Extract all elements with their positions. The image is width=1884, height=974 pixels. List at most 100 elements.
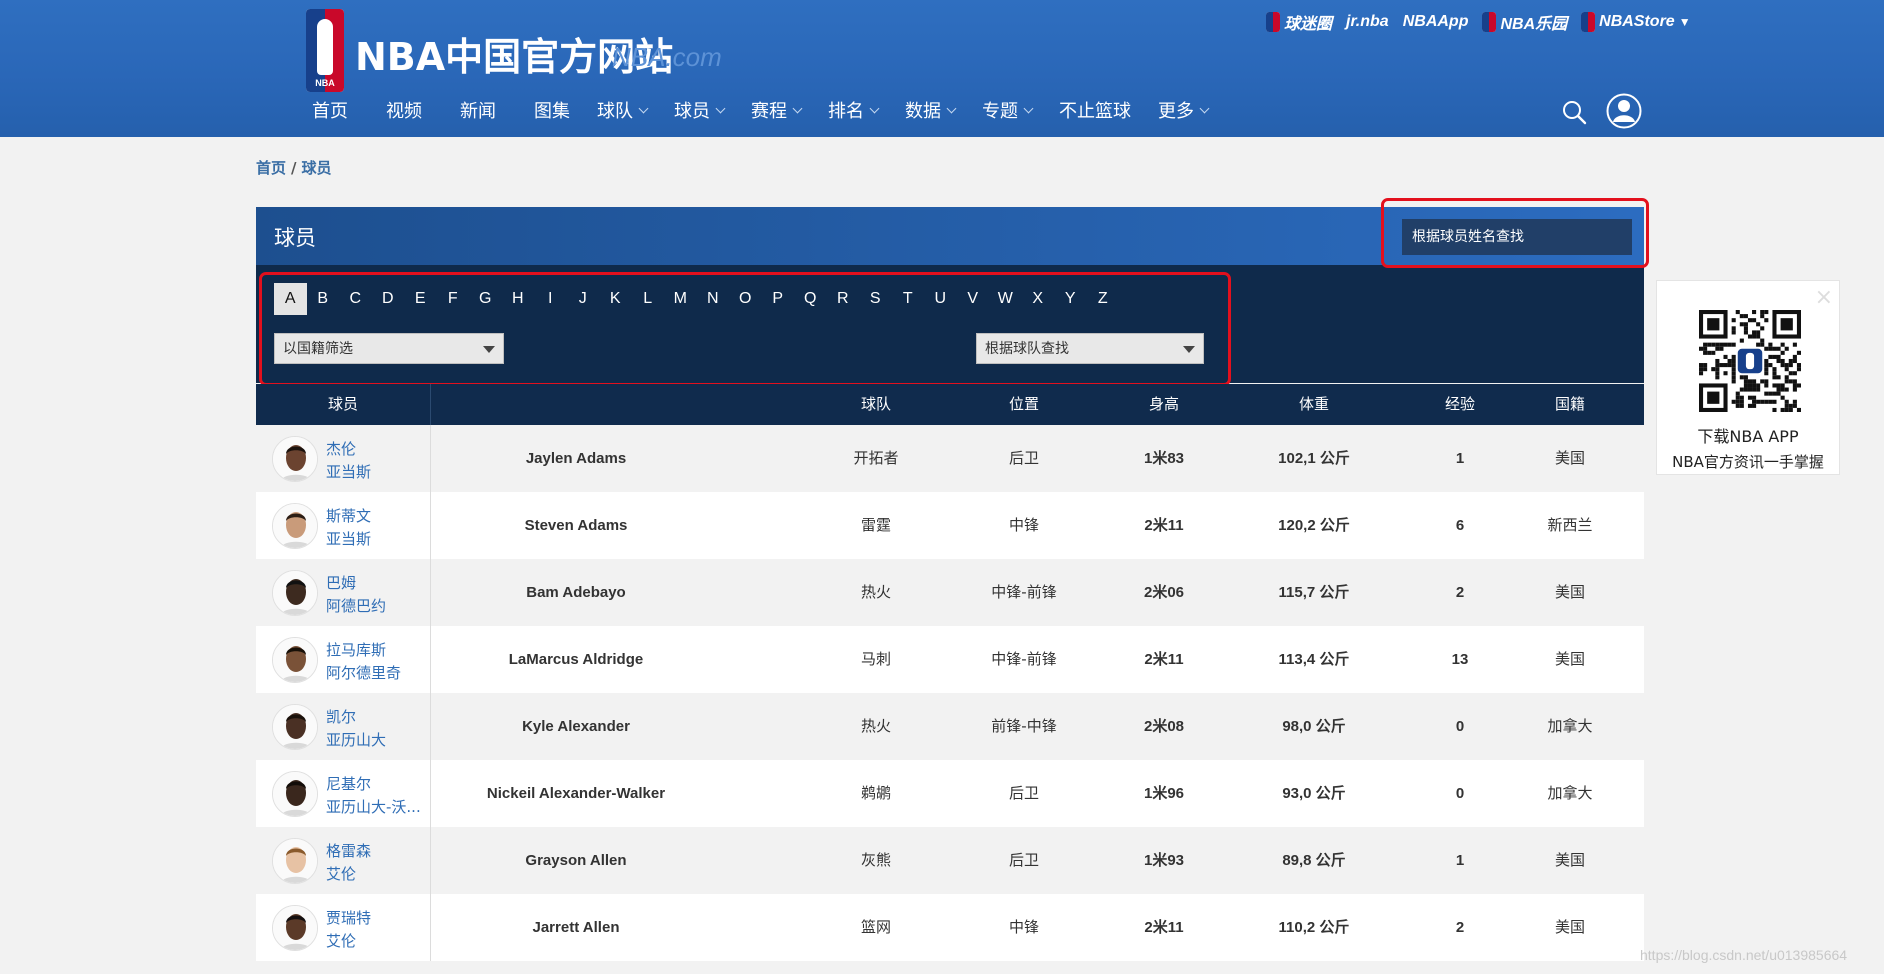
player-last-name-cn[interactable]: 亚当斯 bbox=[326, 528, 371, 549]
player-first-name-cn[interactable]: 巴姆 bbox=[326, 572, 356, 593]
nav-item-3[interactable]: 图集 bbox=[534, 97, 570, 123]
table-row: 杰伦 亚当斯 Jaylen Adams 开拓者 后卫 1米83 102,1 公斤 1 美国 bbox=[256, 425, 1644, 492]
caret-down-icon: ▼ bbox=[1678, 15, 1691, 29]
players-table-header: 球员 球队 位置 身高 体重 经验 国籍 bbox=[256, 384, 1644, 425]
dropdown-arrow-icon bbox=[483, 346, 495, 353]
player-first-name-cn[interactable]: 凯尔 bbox=[326, 706, 356, 727]
partner-nba-app[interactable]: NBAApp bbox=[1403, 13, 1469, 31]
letter-filter-r[interactable]: R bbox=[827, 283, 860, 315]
player-last-name-cn[interactable]: 阿尔德里奇 bbox=[326, 662, 401, 683]
player-avatar[interactable] bbox=[272, 436, 318, 482]
letter-filter-z[interactable]: Z bbox=[1087, 283, 1120, 315]
letter-filter-k[interactable]: K bbox=[599, 283, 632, 315]
nav-item-10[interactable]: 不止篮球 bbox=[1059, 97, 1131, 123]
nav-item-4[interactable]: 球队 bbox=[597, 97, 649, 123]
user-account-icon[interactable] bbox=[1606, 93, 1642, 129]
nav-item-1[interactable]: 视频 bbox=[386, 97, 422, 123]
player-avatar[interactable] bbox=[272, 704, 318, 750]
player-avatar[interactable] bbox=[272, 570, 318, 616]
player-english-name[interactable]: LaMarcus Aldridge bbox=[446, 626, 706, 693]
player-avatar[interactable] bbox=[272, 905, 318, 951]
letter-filter-t[interactable]: T bbox=[892, 283, 925, 315]
close-icon[interactable]: × bbox=[1815, 285, 1833, 310]
partner-fans-circle[interactable]: 球迷圈 bbox=[1266, 10, 1332, 34]
player-english-name[interactable]: Steven Adams bbox=[446, 492, 706, 559]
letter-filter-g[interactable]: G bbox=[469, 283, 502, 315]
letter-filter-x[interactable]: X bbox=[1022, 283, 1055, 315]
player-last-name-cn[interactable]: 亚历山大-沃... bbox=[326, 796, 421, 817]
letter-filter-i[interactable]: I bbox=[534, 283, 567, 315]
player-height: 2米11 bbox=[1144, 919, 1184, 936]
player-last-name-cn[interactable]: 亚当斯 bbox=[326, 461, 371, 482]
letter-filter-p[interactable]: P bbox=[762, 283, 795, 315]
partner-nba-store[interactable]: NBAStore ▼ bbox=[1581, 12, 1691, 32]
nav-item-0[interactable]: 首页 bbox=[312, 97, 348, 123]
player-english-name[interactable]: Jarrett Allen bbox=[446, 894, 706, 961]
letter-filter-y[interactable]: Y bbox=[1054, 283, 1087, 315]
letter-filter-c[interactable]: C bbox=[339, 283, 372, 315]
col-header-height: 身高 bbox=[1148, 395, 1179, 413]
letter-filter-b[interactable]: B bbox=[307, 283, 340, 315]
player-avatar[interactable] bbox=[272, 771, 318, 817]
player-avatar[interactable] bbox=[272, 838, 318, 884]
breadcrumb-current[interactable]: 球员 bbox=[302, 159, 332, 177]
team-select-value: 根据球队查找 bbox=[985, 341, 1069, 357]
player-last-name-cn[interactable]: 艾伦 bbox=[326, 930, 356, 951]
player-last-name-cn[interactable]: 阿德巴约 bbox=[326, 595, 386, 616]
letter-filter-q[interactable]: Q bbox=[794, 283, 827, 315]
letter-filter-j[interactable]: J bbox=[567, 283, 600, 315]
player-nationality: 美国 bbox=[1554, 650, 1585, 668]
team-select[interactable]: 根据球队查找 bbox=[976, 333, 1204, 364]
player-english-name[interactable]: Jaylen Adams bbox=[446, 425, 706, 492]
nav-item-5[interactable]: 球员 bbox=[674, 97, 726, 123]
player-last-name-cn[interactable]: 亚历山大 bbox=[326, 729, 386, 750]
letter-filter-u[interactable]: U bbox=[924, 283, 957, 315]
letter-filter-e[interactable]: E bbox=[404, 283, 437, 315]
player-first-name-cn[interactable]: 拉马库斯 bbox=[326, 639, 386, 660]
letter-filter-w[interactable]: W bbox=[989, 283, 1022, 315]
nav-item-2[interactable]: 新闻 bbox=[460, 97, 496, 123]
player-english-name[interactable]: Kyle Alexander bbox=[446, 693, 706, 760]
table-row: 斯蒂文 亚当斯 Steven Adams 雷霆 中锋 2米11 120,2 公斤 6 新西兰 bbox=[256, 492, 1644, 559]
table-row: 凯尔 亚历山大 Kyle Alexander 热火 前锋-中锋 2米08 98,0 公斤 0 加… bbox=[256, 693, 1644, 760]
breadcrumb-home[interactable]: 首页 bbox=[256, 159, 286, 177]
nationality-select[interactable]: 以国籍筛选 bbox=[274, 333, 504, 364]
nav-item-label: 首页 bbox=[312, 101, 348, 122]
player-first-name-cn[interactable]: 贾瑞特 bbox=[326, 907, 371, 928]
player-name-search-input[interactable] bbox=[1402, 219, 1632, 255]
nav-item-6[interactable]: 赛程 bbox=[751, 97, 803, 123]
letter-filter-s[interactable]: S bbox=[859, 283, 892, 315]
letter-filter-d[interactable]: D bbox=[372, 283, 405, 315]
player-nationality: 美国 bbox=[1554, 449, 1585, 467]
nav-item-11[interactable]: 更多 bbox=[1158, 97, 1210, 123]
player-first-name-cn[interactable]: 格雷森 bbox=[326, 840, 371, 861]
nav-item-9[interactable]: 专题 bbox=[982, 97, 1034, 123]
letter-filter-n[interactable]: N bbox=[697, 283, 730, 315]
chevron-down-icon bbox=[869, 103, 880, 113]
letter-filter-f[interactable]: F bbox=[437, 283, 470, 315]
nba-logo[interactable]: NBA bbox=[306, 9, 344, 92]
player-height: 2米06 bbox=[1143, 584, 1185, 601]
player-first-name-cn[interactable]: 杰伦 bbox=[326, 438, 356, 459]
player-first-name-cn[interactable]: 尼基尔 bbox=[326, 773, 371, 794]
letter-filter-l[interactable]: L bbox=[632, 283, 665, 315]
letter-filter-a[interactable]: A bbox=[274, 283, 307, 315]
player-avatar[interactable] bbox=[272, 503, 318, 549]
player-last-name-cn[interactable]: 艾伦 bbox=[326, 863, 356, 884]
partner-jrnba[interactable]: jr.nba bbox=[1346, 13, 1389, 31]
letter-filter-v[interactable]: V bbox=[957, 283, 990, 315]
letter-filter-m[interactable]: M bbox=[664, 283, 697, 315]
player-english-name[interactable]: Nickeil Alexander-Walker bbox=[446, 760, 706, 827]
player-english-name[interactable]: Grayson Allen bbox=[446, 827, 706, 894]
letter-filter-h[interactable]: H bbox=[502, 283, 535, 315]
letter-filter-o[interactable]: O bbox=[729, 283, 762, 315]
partner-nba-park[interactable]: NBA乐园 bbox=[1482, 10, 1567, 34]
player-avatar[interactable] bbox=[272, 637, 318, 683]
nav-item-7[interactable]: 排名 bbox=[828, 97, 880, 123]
player-first-name-cn[interactable]: 斯蒂文 bbox=[326, 505, 371, 526]
player-height: 2米11 bbox=[1144, 651, 1184, 668]
qr-caption-title: 下载NBA APP bbox=[1697, 427, 1799, 446]
search-icon[interactable] bbox=[1561, 99, 1587, 125]
nav-item-8[interactable]: 数据 bbox=[905, 97, 957, 123]
player-english-name[interactable]: Bam Adebayo bbox=[446, 559, 706, 626]
